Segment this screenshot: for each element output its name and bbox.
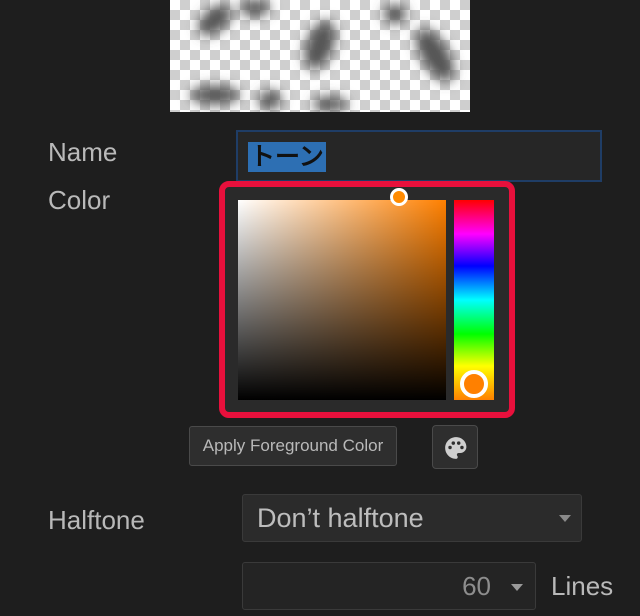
- color-label: Color: [48, 185, 111, 215]
- saturation-value-handle[interactable]: [390, 188, 408, 206]
- palette-icon: [445, 437, 467, 459]
- chevron-down-icon[interactable]: [511, 584, 523, 591]
- layer-name-input[interactable]: トーン: [236, 130, 602, 182]
- layer-preview-thumbnail: [170, 0, 470, 112]
- hue-slider-handle[interactable]: [460, 370, 488, 398]
- name-selected-text: トーン: [248, 142, 326, 172]
- halftone-label: Halftone: [48, 505, 145, 535]
- lines-unit-label: Lines: [551, 571, 614, 601]
- saturation-value-field[interactable]: [238, 200, 446, 400]
- lines-number-input[interactable]: 60: [242, 562, 536, 610]
- apply-foreground-color-button[interactable]: Apply Foreground Color: [189, 426, 397, 466]
- name-label: Name: [48, 137, 118, 167]
- halftone-selected-value: Don’t halftone: [257, 503, 424, 533]
- color-palette-button[interactable]: [432, 425, 478, 469]
- chevron-down-icon: [559, 515, 571, 522]
- lines-value: 60: [462, 571, 491, 601]
- halftone-select[interactable]: Don’t halftone: [242, 494, 582, 542]
